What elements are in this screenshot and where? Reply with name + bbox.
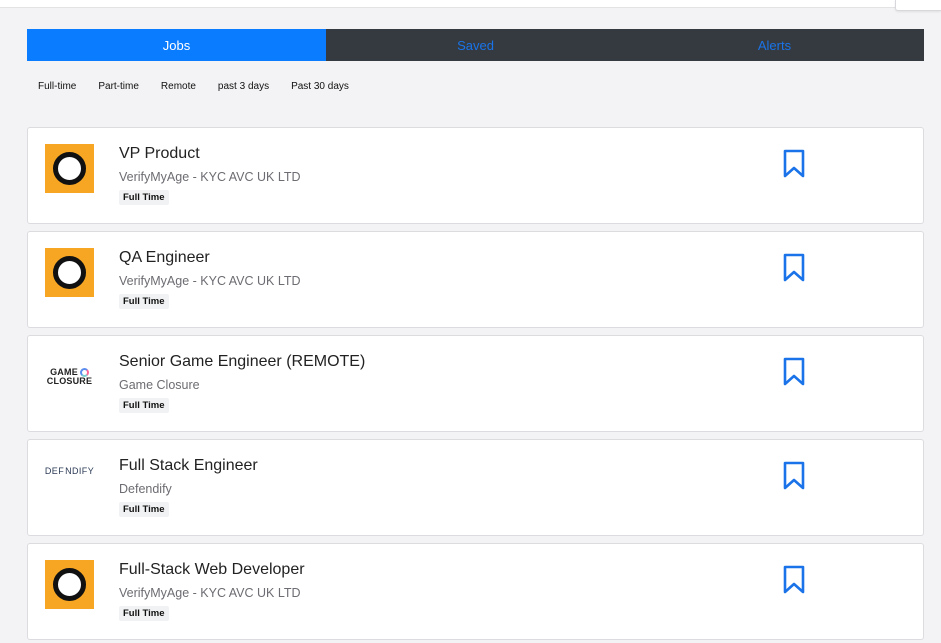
- job-card[interactable]: DEF NDIFY Full Stack Engineer Defendify F…: [27, 439, 924, 536]
- bookmark-icon[interactable]: [781, 357, 807, 387]
- job-company: Game Closure: [119, 378, 200, 392]
- filter-remote[interactable]: Remote: [161, 81, 196, 92]
- filter-past-30-days[interactable]: Past 30 days: [291, 81, 349, 92]
- job-title[interactable]: Full Stack Engineer: [119, 457, 258, 475]
- defendify-logo: DEF NDIFY: [44, 465, 95, 476]
- job-company: VerifyMyAge - KYC AVC UK LTD: [119, 274, 301, 288]
- bookmark-icon[interactable]: [781, 149, 807, 179]
- job-company: Defendify: [119, 482, 172, 496]
- tab-jobs[interactable]: Jobs: [27, 29, 326, 61]
- job-title[interactable]: QA Engineer: [119, 249, 210, 267]
- job-card[interactable]: GAME CLOSURE Senior Game Engineer (REMOT…: [27, 335, 924, 432]
- verifymyage-logo: [45, 560, 94, 609]
- job-type-badge: Full Time: [119, 190, 169, 205]
- top-bar: [0, 0, 941, 8]
- game-closure-logo: GAME CLOSURE: [46, 366, 93, 386]
- corner-dropdown[interactable]: [895, 0, 941, 11]
- job-card[interactable]: VP Product VerifyMyAge - KYC AVC UK LTD …: [27, 127, 924, 224]
- job-title[interactable]: Full-Stack Web Developer: [119, 561, 305, 579]
- tab-saved[interactable]: Saved: [326, 29, 625, 61]
- filter-full-time[interactable]: Full-time: [38, 81, 76, 92]
- tab-bar: Jobs Saved Alerts: [27, 29, 924, 61]
- filter-part-time[interactable]: Part-time: [98, 81, 139, 92]
- job-type-badge: Full Time: [119, 294, 169, 309]
- job-type-badge: Full Time: [119, 606, 169, 621]
- bookmark-icon[interactable]: [781, 253, 807, 283]
- job-card[interactable]: Full-Stack Web Developer VerifyMyAge - K…: [27, 543, 924, 640]
- filter-past-3-days[interactable]: past 3 days: [218, 81, 269, 92]
- tab-alerts[interactable]: Alerts: [625, 29, 924, 61]
- job-company: VerifyMyAge - KYC AVC UK LTD: [119, 586, 301, 600]
- job-title[interactable]: Senior Game Engineer (REMOTE): [119, 353, 365, 371]
- job-card[interactable]: QA Engineer VerifyMyAge - KYC AVC UK LTD…: [27, 231, 924, 328]
- bookmark-icon[interactable]: [781, 461, 807, 491]
- job-title[interactable]: VP Product: [119, 145, 200, 163]
- verifymyage-logo: [45, 144, 94, 193]
- job-company: VerifyMyAge - KYC AVC UK LTD: [119, 170, 301, 184]
- job-type-badge: Full Time: [119, 398, 169, 413]
- filter-bar: Full-time Part-time Remote past 3 days P…: [38, 81, 371, 92]
- bookmark-icon[interactable]: [781, 565, 807, 595]
- job-type-badge: Full Time: [119, 502, 169, 517]
- verifymyage-logo: [45, 248, 94, 297]
